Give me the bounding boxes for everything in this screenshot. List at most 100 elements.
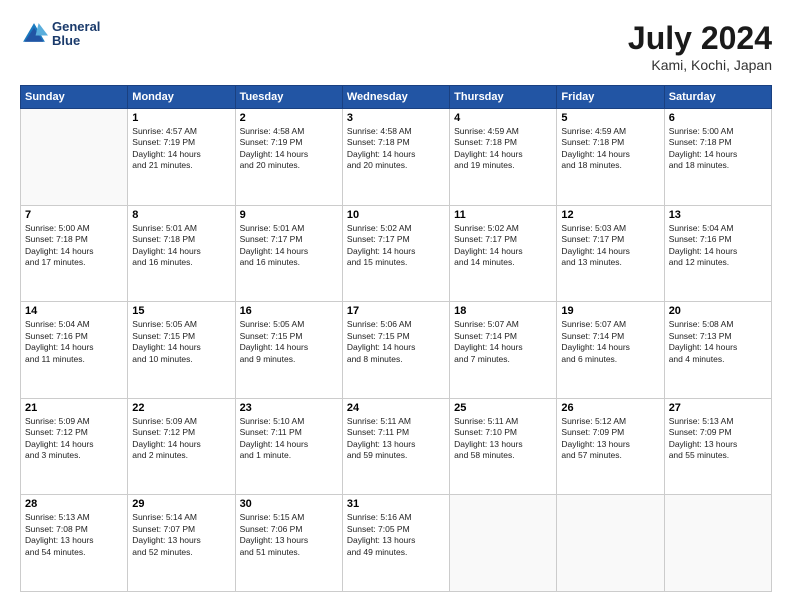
- day-info: Sunrise: 5:00 AM Sunset: 7:18 PM Dayligh…: [25, 223, 123, 269]
- day-info: Sunrise: 5:04 AM Sunset: 7:16 PM Dayligh…: [25, 319, 123, 365]
- day-cell: 13 Sunrise: 5:04 AM Sunset: 7:16 PM Dayli…: [664, 205, 771, 302]
- day-number: 30: [240, 498, 338, 510]
- weekday-header-monday: Monday: [128, 86, 235, 109]
- weekday-header-sunday: Sunday: [21, 86, 128, 109]
- day-info: Sunrise: 5:14 AM Sunset: 7:07 PM Dayligh…: [132, 512, 230, 558]
- day-number: 10: [347, 209, 445, 221]
- day-info: Sunrise: 5:02 AM Sunset: 7:17 PM Dayligh…: [347, 223, 445, 269]
- calendar: SundayMondayTuesdayWednesdayThursdayFrid…: [20, 85, 772, 592]
- day-number: 6: [669, 112, 767, 124]
- day-info: Sunrise: 5:01 AM Sunset: 7:17 PM Dayligh…: [240, 223, 338, 269]
- day-cell: [557, 495, 664, 592]
- title-block: July 2024 Kami, Kochi, Japan: [628, 20, 772, 73]
- day-info: Sunrise: 5:13 AM Sunset: 7:09 PM Dayligh…: [669, 416, 767, 462]
- day-number: 26: [561, 402, 659, 414]
- day-info: Sunrise: 5:11 AM Sunset: 7:10 PM Dayligh…: [454, 416, 552, 462]
- week-row-3: 14 Sunrise: 5:04 AM Sunset: 7:16 PM Dayli…: [21, 302, 772, 399]
- month-title: July 2024: [628, 20, 772, 57]
- header: General Blue July 2024 Kami, Kochi, Japa…: [20, 20, 772, 73]
- day-cell: 4 Sunrise: 4:59 AM Sunset: 7:18 PM Daylig…: [450, 109, 557, 206]
- day-cell: 22Sunrise: 5:09 AM Sunset: 7:12 PM Dayli…: [128, 398, 235, 495]
- day-info: Sunrise: 5:01 AM Sunset: 7:18 PM Dayligh…: [132, 223, 230, 269]
- day-cell: [21, 109, 128, 206]
- logo-line1: General: [52, 20, 100, 34]
- day-cell: 24 Sunrise: 5:11 AM Sunset: 7:11 PM Dayli…: [342, 398, 449, 495]
- day-info: Sunrise: 5:15 AM Sunset: 7:06 PM Dayligh…: [240, 512, 338, 558]
- weekday-header-wednesday: Wednesday: [342, 86, 449, 109]
- day-cell: 3 Sunrise: 4:58 AM Sunset: 7:18 PM Daylig…: [342, 109, 449, 206]
- day-number: 2: [240, 112, 338, 124]
- day-info: Sunrise: 5:05 AM Sunset: 7:15 PM Dayligh…: [240, 319, 338, 365]
- day-number: 29: [132, 498, 230, 510]
- day-info: Sunrise: 5:07 AM Sunset: 7:14 PM Dayligh…: [454, 319, 552, 365]
- day-info: Sunrise: 5:08 AM Sunset: 7:13 PM Dayligh…: [669, 319, 767, 365]
- day-number: 5: [561, 112, 659, 124]
- weekday-header-row: SundayMondayTuesdayWednesdayThursdayFrid…: [21, 86, 772, 109]
- day-info: Sunrise: 4:58 AM Sunset: 7:18 PM Dayligh…: [347, 126, 445, 172]
- day-info: Sunrise: 4:58 AM Sunset: 7:19 PM Dayligh…: [240, 126, 338, 172]
- week-row-2: 7Sunrise: 5:00 AM Sunset: 7:18 PM Daylig…: [21, 205, 772, 302]
- day-number: 8: [132, 209, 230, 221]
- day-cell: 29 Sunrise: 5:14 AM Sunset: 7:07 PM Dayli…: [128, 495, 235, 592]
- day-number: 9: [240, 209, 338, 221]
- day-cell: 10 Sunrise: 5:02 AM Sunset: 7:17 PM Dayli…: [342, 205, 449, 302]
- day-number: 4: [454, 112, 552, 124]
- weekday-header-tuesday: Tuesday: [235, 86, 342, 109]
- day-number: 25: [454, 402, 552, 414]
- day-cell: 17 Sunrise: 5:06 AM Sunset: 7:15 PM Dayli…: [342, 302, 449, 399]
- day-cell: 8 Sunrise: 5:01 AM Sunset: 7:18 PM Daylig…: [128, 205, 235, 302]
- day-number: 12: [561, 209, 659, 221]
- day-cell: 26Sunrise: 5:12 AM Sunset: 7:09 PM Dayli…: [557, 398, 664, 495]
- day-number: 16: [240, 305, 338, 317]
- day-info: Sunrise: 5:13 AM Sunset: 7:08 PM Dayligh…: [25, 512, 123, 558]
- week-row-1: 1 Sunrise: 4:57 AM Sunset: 7:19 PM Daylig…: [21, 109, 772, 206]
- day-cell: 31Sunrise: 5:16 AM Sunset: 7:05 PM Dayli…: [342, 495, 449, 592]
- day-info: Sunrise: 5:06 AM Sunset: 7:15 PM Dayligh…: [347, 319, 445, 365]
- day-number: 19: [561, 305, 659, 317]
- day-number: 15: [132, 305, 230, 317]
- day-cell: 7Sunrise: 5:00 AM Sunset: 7:18 PM Daylig…: [21, 205, 128, 302]
- day-cell: 27 Sunrise: 5:13 AM Sunset: 7:09 PM Dayli…: [664, 398, 771, 495]
- day-cell: 15 Sunrise: 5:05 AM Sunset: 7:15 PM Dayli…: [128, 302, 235, 399]
- day-number: 17: [347, 305, 445, 317]
- day-cell: 16 Sunrise: 5:05 AM Sunset: 7:15 PM Dayli…: [235, 302, 342, 399]
- day-cell: 21Sunrise: 5:09 AM Sunset: 7:12 PM Dayli…: [21, 398, 128, 495]
- day-info: Sunrise: 4:59 AM Sunset: 7:18 PM Dayligh…: [561, 126, 659, 172]
- day-cell: 28Sunrise: 5:13 AM Sunset: 7:08 PM Dayli…: [21, 495, 128, 592]
- day-info: Sunrise: 5:07 AM Sunset: 7:14 PM Dayligh…: [561, 319, 659, 365]
- day-number: 22: [132, 402, 230, 414]
- location: Kami, Kochi, Japan: [628, 57, 772, 73]
- day-cell: 6 Sunrise: 5:00 AM Sunset: 7:18 PM Daylig…: [664, 109, 771, 206]
- day-number: 13: [669, 209, 767, 221]
- weekday-header-thursday: Thursday: [450, 86, 557, 109]
- week-row-4: 21Sunrise: 5:09 AM Sunset: 7:12 PM Dayli…: [21, 398, 772, 495]
- day-info: Sunrise: 5:11 AM Sunset: 7:11 PM Dayligh…: [347, 416, 445, 462]
- day-number: 1: [132, 112, 230, 124]
- day-number: 18: [454, 305, 552, 317]
- day-info: Sunrise: 5:10 AM Sunset: 7:11 PM Dayligh…: [240, 416, 338, 462]
- day-number: 21: [25, 402, 123, 414]
- day-cell: 20Sunrise: 5:08 AM Sunset: 7:13 PM Dayli…: [664, 302, 771, 399]
- day-info: Sunrise: 5:05 AM Sunset: 7:15 PM Dayligh…: [132, 319, 230, 365]
- day-info: Sunrise: 5:04 AM Sunset: 7:16 PM Dayligh…: [669, 223, 767, 269]
- day-number: 24: [347, 402, 445, 414]
- day-number: 11: [454, 209, 552, 221]
- day-info: Sunrise: 4:59 AM Sunset: 7:18 PM Dayligh…: [454, 126, 552, 172]
- day-number: 14: [25, 305, 123, 317]
- day-number: 3: [347, 112, 445, 124]
- day-number: 31: [347, 498, 445, 510]
- day-cell: 30 Sunrise: 5:15 AM Sunset: 7:06 PM Dayli…: [235, 495, 342, 592]
- day-info: Sunrise: 5:03 AM Sunset: 7:17 PM Dayligh…: [561, 223, 659, 269]
- day-cell: 25 Sunrise: 5:11 AM Sunset: 7:10 PM Dayli…: [450, 398, 557, 495]
- day-number: 27: [669, 402, 767, 414]
- day-cell: [664, 495, 771, 592]
- day-info: Sunrise: 5:00 AM Sunset: 7:18 PM Dayligh…: [669, 126, 767, 172]
- day-cell: 2 Sunrise: 4:58 AM Sunset: 7:19 PM Daylig…: [235, 109, 342, 206]
- week-row-5: 28Sunrise: 5:13 AM Sunset: 7:08 PM Dayli…: [21, 495, 772, 592]
- day-info: Sunrise: 4:57 AM Sunset: 7:19 PM Dayligh…: [132, 126, 230, 172]
- logo-line2: Blue: [52, 34, 100, 48]
- day-cell: 19 Sunrise: 5:07 AM Sunset: 7:14 PM Dayli…: [557, 302, 664, 399]
- day-number: 23: [240, 402, 338, 414]
- logo-text: General Blue: [52, 20, 100, 49]
- day-cell: 12 Sunrise: 5:03 AM Sunset: 7:17 PM Dayli…: [557, 205, 664, 302]
